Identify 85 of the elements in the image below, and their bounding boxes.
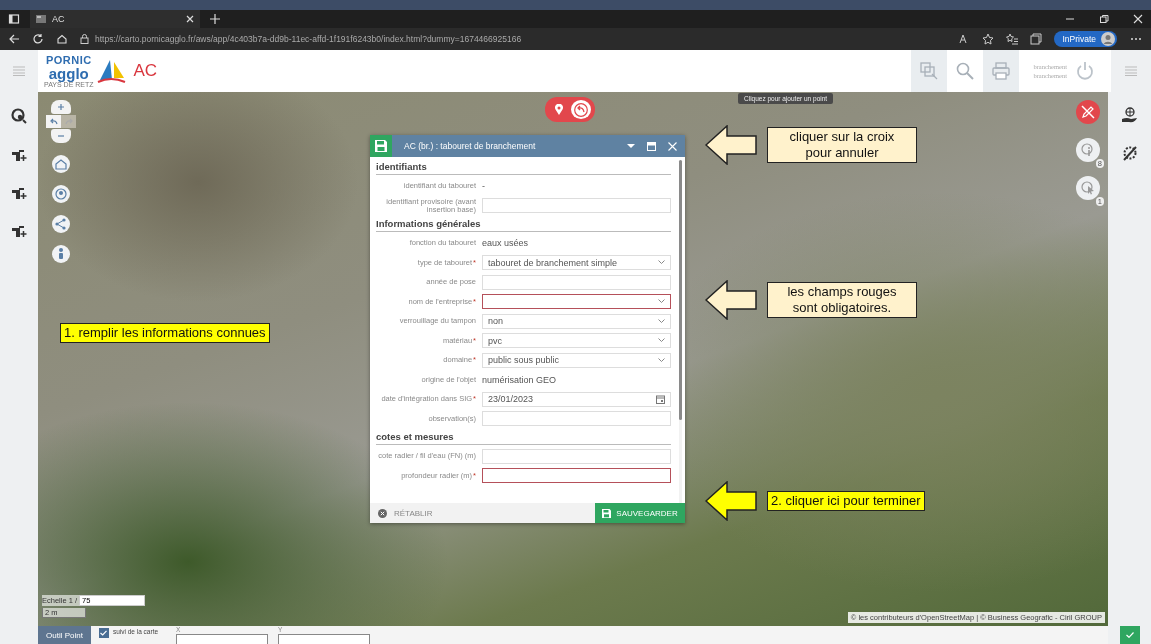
undo-arrow-icon xyxy=(49,117,58,126)
chevron-down-icon xyxy=(658,357,665,363)
logo-text: agglo xyxy=(48,65,89,81)
collections-icon[interactable] xyxy=(1030,33,1043,45)
tool-label: Outil Point xyxy=(38,626,91,644)
locate-button[interactable] xyxy=(52,185,70,203)
info-button[interactable] xyxy=(1076,138,1100,162)
cancel-drawing-button[interactable] xyxy=(1076,100,1100,124)
dropdown[interactable]: public sous public xyxy=(482,352,671,368)
app-title: AC xyxy=(133,61,158,81)
menu-icon xyxy=(1125,66,1137,76)
close-icon[interactable] xyxy=(1133,14,1143,24)
save-icon xyxy=(602,508,612,518)
chevron-down-icon xyxy=(658,299,665,304)
layers-cursor-icon xyxy=(920,62,939,80)
input-field[interactable] xyxy=(176,634,269,644)
home-button[interactable] xyxy=(52,155,70,173)
cursor-icon xyxy=(1080,180,1096,196)
check-icon xyxy=(100,630,108,636)
caret-icon[interactable] xyxy=(627,143,635,149)
sail-logo-icon xyxy=(95,58,126,84)
chevron-down-icon xyxy=(658,318,665,324)
undo-button[interactable] xyxy=(571,100,591,119)
logo-text: PORNIC xyxy=(45,54,92,66)
zoom-in-button[interactable] xyxy=(51,100,71,114)
profile-button[interactable]: InPrivate xyxy=(1054,31,1117,47)
dialog-title: AC (br.) : tabouret de branchement xyxy=(404,141,537,151)
section-title: Informations générales xyxy=(376,216,671,232)
close-icon[interactable] xyxy=(186,15,194,23)
star-icon[interactable] xyxy=(982,33,995,45)
callout-text: 1. remplir les informations connues xyxy=(60,323,270,344)
window-icon[interactable] xyxy=(647,141,656,151)
pen-gear-icon[interactable] xyxy=(1120,144,1139,162)
page-icon xyxy=(36,14,46,24)
section-title: cotes et mesures xyxy=(376,429,671,445)
locate-icon xyxy=(53,186,69,202)
field-value: - xyxy=(482,181,486,191)
field-value: numérisation GEO xyxy=(482,374,558,385)
cancel-circle-icon xyxy=(378,508,387,518)
share-button[interactable] xyxy=(52,215,70,233)
globe-hand-icon[interactable] xyxy=(1120,106,1139,124)
restore-icon[interactable] xyxy=(1099,14,1109,24)
scrollbar-thumb[interactable] xyxy=(679,160,682,420)
callout-text: 2. cliquer ici pour terminer xyxy=(767,490,925,512)
follow-map-checkbox[interactable] xyxy=(98,628,109,638)
pencil-crossed-icon xyxy=(1080,104,1096,120)
field-value: eaux usées xyxy=(482,238,530,248)
dropdown[interactable] xyxy=(482,294,671,309)
check-icon xyxy=(1125,632,1134,638)
select-button[interactable] xyxy=(1076,176,1100,200)
power-icon xyxy=(1076,61,1094,81)
callout-text: les champs rouges sont obligatoires. xyxy=(767,281,917,319)
avatar-icon xyxy=(1101,32,1115,46)
browser-tab[interactable]: AC xyxy=(30,10,200,28)
input-field[interactable] xyxy=(482,468,671,483)
chevron-down-icon xyxy=(658,260,665,265)
back-icon[interactable] xyxy=(8,33,20,45)
info-cursor-icon xyxy=(1080,142,1096,158)
save-icon xyxy=(375,140,387,152)
dropdown[interactable]: non xyxy=(482,313,671,329)
zoom-out-button[interactable] xyxy=(51,129,71,143)
minus-icon xyxy=(58,133,64,139)
lock-icon xyxy=(80,34,89,44)
refresh-icon[interactable] xyxy=(32,33,44,45)
calendar-icon xyxy=(656,394,665,404)
dropdown[interactable]: tabouret de branchement simple xyxy=(482,255,671,270)
print-icon xyxy=(992,62,1011,80)
plus-icon[interactable] xyxy=(210,14,220,24)
favorites-icon[interactable] xyxy=(1006,33,1019,45)
dropdown[interactable]: pvc xyxy=(482,333,671,348)
plus-icon xyxy=(58,104,64,110)
undo-button[interactable] xyxy=(46,115,61,128)
address-field[interactable]: https://carto.pornicagglo.fr/aws/app/4c403b7a-dd9b-11ec-affd-1f191f6243b0/index.html?dummy=1674466925166 xyxy=(80,34,522,44)
tabs-icon[interactable] xyxy=(8,13,20,25)
search-icon xyxy=(956,62,975,80)
home-icon[interactable] xyxy=(56,33,68,45)
pin-icon xyxy=(554,103,564,116)
confirm-button[interactable] xyxy=(1119,626,1140,644)
section-title: identifiants xyxy=(376,159,671,175)
undo-icon xyxy=(574,102,588,117)
chevron-down-icon xyxy=(658,338,665,343)
callout-text: cliquer sur la croix pour annuler xyxy=(767,126,917,164)
search-icon[interactable] xyxy=(11,108,27,124)
input-field[interactable] xyxy=(278,634,371,644)
date-field[interactable]: 23/01/2023 xyxy=(482,391,671,407)
